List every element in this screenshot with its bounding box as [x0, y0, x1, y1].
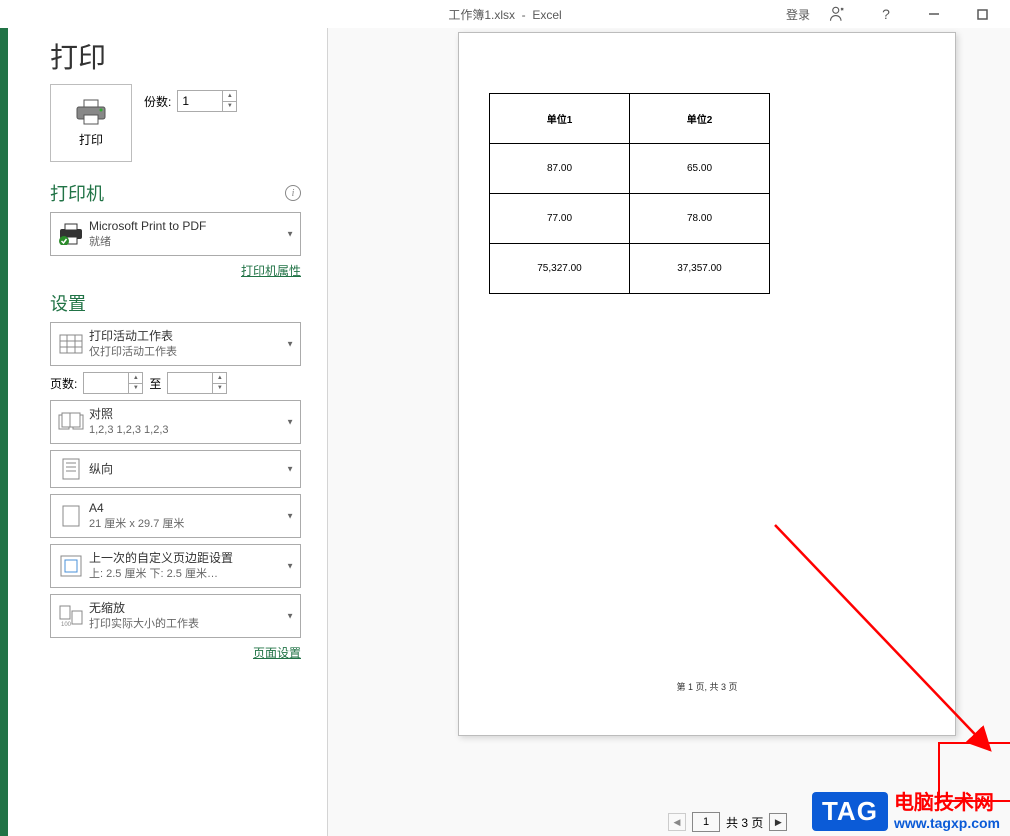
copies-input[interactable]: 1 ▲▼ — [177, 90, 237, 112]
portrait-icon — [57, 455, 85, 483]
chevron-down-icon: ▼ — [286, 340, 294, 349]
page-setup-link[interactable]: 页面设置 — [253, 646, 301, 660]
spinner-up-icon[interactable]: ▲ — [223, 91, 236, 102]
chevron-down-icon: ▼ — [286, 230, 294, 239]
spinner-down-icon[interactable]: ▼ — [223, 102, 236, 112]
preview-table: 单位1单位2 87.0065.00 77.0078.00 75,327.0037… — [489, 93, 770, 294]
chevron-down-icon: ▼ — [286, 612, 294, 621]
page-to-input[interactable]: ▲▼ — [167, 372, 227, 394]
preview-pager: ◀ 1 共 3 页 ▶ — [668, 812, 787, 832]
page-number-input[interactable]: 1 — [692, 812, 720, 832]
watermark: TAG 电脑技术网www.tagxp.com — [812, 791, 1000, 832]
paper-dropdown[interactable]: A421 厘米 x 29.7 厘米 ▼ — [50, 494, 301, 538]
minimize-button[interactable] — [914, 0, 954, 28]
page-title: 打印 — [50, 36, 301, 76]
collate-icon — [57, 408, 85, 436]
print-what-dropdown[interactable]: 打印活动工作表仅打印活动工作表 ▼ — [50, 322, 301, 366]
chevron-down-icon: ▼ — [286, 465, 294, 474]
maximize-button[interactable] — [962, 0, 1002, 28]
sheet-icon — [57, 330, 85, 358]
margins-icon — [57, 552, 85, 580]
printer-icon — [75, 99, 107, 125]
page-icon — [57, 502, 85, 530]
printer-properties-link[interactable]: 打印机属性 — [241, 264, 301, 278]
page-from-input[interactable]: ▲▼ — [83, 372, 143, 394]
table-row: 75,327.0037,357.00 — [490, 244, 770, 294]
account-icon[interactable] — [818, 0, 858, 28]
orientation-dropdown[interactable]: 纵向 ▼ — [50, 450, 301, 488]
next-page-button[interactable]: ▶ — [769, 813, 787, 831]
table-row: 77.0078.00 — [490, 194, 770, 244]
pages-row: 页数: ▲▼ 至 ▲▼ — [50, 372, 301, 394]
collate-dropdown[interactable]: 对照1,2,3 1,2,3 1,2,3 ▼ — [50, 400, 301, 444]
settings-section-heading: 设置 — [50, 290, 86, 316]
print-button[interactable]: 打印 — [50, 84, 132, 162]
printer-dropdown[interactable]: Microsoft Print to PDF就绪 ▼ — [50, 212, 301, 256]
copies-label: 份数: — [144, 93, 171, 110]
titlebar: 工作簿1.xlsx - Excel 登录 ? — [0, 0, 1010, 28]
table-row: 87.0065.00 — [490, 144, 770, 194]
annotation-arrow — [770, 520, 1010, 770]
info-icon[interactable]: i — [285, 185, 301, 201]
printer-section-heading: 打印机 — [50, 180, 104, 206]
chevron-down-icon: ▼ — [286, 562, 294, 571]
printer-device-icon — [57, 220, 85, 248]
prev-page-button[interactable]: ◀ — [668, 813, 686, 831]
backstage-accent — [0, 28, 8, 836]
print-preview: 单位1单位2 87.0065.00 77.0078.00 75,327.0037… — [328, 28, 1010, 836]
scaling-icon: 100 — [57, 602, 85, 630]
scaling-dropdown[interactable]: 100 无缩放打印实际大小的工作表 ▼ — [50, 594, 301, 638]
page-total: 共 3 页 — [726, 814, 763, 831]
svg-text:100: 100 — [61, 622, 72, 627]
chevron-down-icon: ▼ — [286, 512, 294, 521]
print-panel: 打印 打印 份数: 1 ▲▼ 打印机 i — [8, 28, 328, 836]
chevron-down-icon: ▼ — [286, 418, 294, 427]
help-button[interactable]: ? — [866, 0, 906, 28]
login-button[interactable]: 登录 — [786, 6, 810, 23]
margins-dropdown[interactable]: 上一次的自定义页边距设置上: 2.5 厘米 下: 2.5 厘米… ▼ — [50, 544, 301, 588]
